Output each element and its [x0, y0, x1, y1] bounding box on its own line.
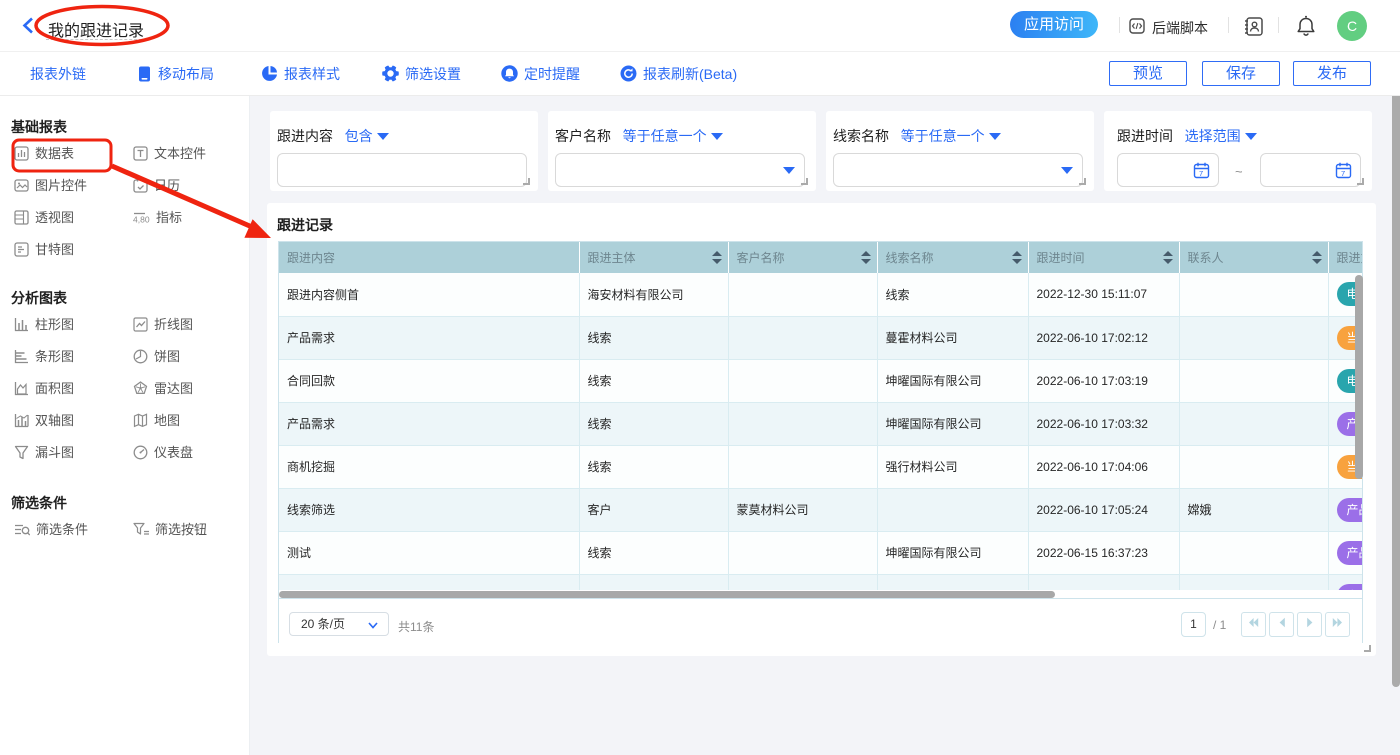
- svg-text:7: 7: [1341, 169, 1345, 178]
- svg-text:7: 7: [1199, 169, 1203, 178]
- svg-text:4,80: 4,80: [133, 215, 150, 225]
